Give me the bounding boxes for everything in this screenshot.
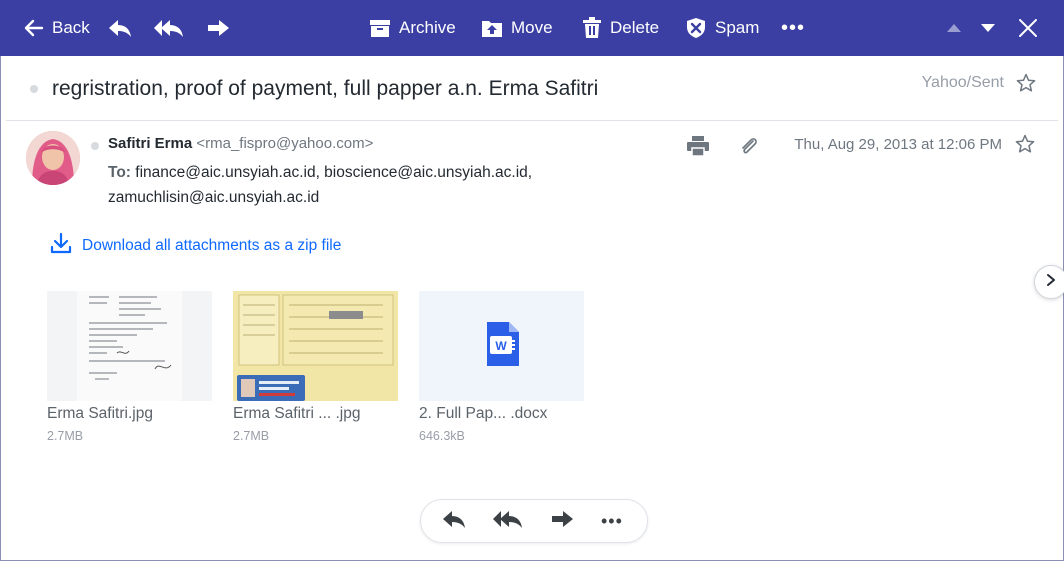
attachment-size: 646.3kB (419, 429, 465, 443)
sender-name[interactable]: Safitri Erma (108, 135, 192, 152)
reply-button[interactable] (108, 0, 132, 56)
sender-status-dot (91, 142, 99, 150)
chevron-down-icon (980, 22, 996, 34)
download-icon (50, 232, 72, 259)
move-label: Move (511, 18, 553, 37)
forward-icon (206, 18, 230, 38)
reply-all-icon (493, 509, 523, 534)
trash-icon (582, 17, 602, 39)
archive-icon (369, 18, 391, 38)
avatar[interactable] (26, 131, 80, 185)
footer-reply-button[interactable] (441, 500, 467, 542)
previous-message-button[interactable] (946, 0, 962, 56)
spam-button[interactable]: Spam (685, 0, 759, 56)
spam-shield-icon (685, 17, 707, 39)
star-icon[interactable] (1016, 73, 1036, 98)
recipients-block: To: finance@aic.unsyiah.ac.id, bioscienc… (108, 160, 668, 210)
download-all-link[interactable]: Download all attachments as a zip file (50, 232, 341, 259)
reply-all-button[interactable] (154, 0, 184, 56)
unread-indicator (30, 85, 38, 93)
delete-label: Delete (610, 18, 660, 37)
sender-line: Safitri Erma <rma_fispro@yahoo.com> (108, 135, 373, 152)
chevron-right-icon (1046, 273, 1056, 292)
more-button[interactable]: ••• (781, 0, 805, 56)
archive-label: Archive (399, 18, 456, 37)
more-icon: ••• (601, 510, 623, 531)
chevron-up-icon (946, 22, 962, 34)
recipients-line-1[interactable]: finance@aic.unsyiah.ac.id, bioscience@ai… (135, 164, 532, 181)
message-subject: regristration, proof of payment, full pa… (52, 77, 599, 100)
more-icon: ••• (781, 16, 806, 39)
attachment-item[interactable]: Erma Safitri.jpg 2.7MB (47, 291, 212, 443)
delete-button[interactable]: Delete (582, 0, 659, 56)
print-icon[interactable] (686, 135, 710, 162)
attachment-name: 2. Full Pap... .docx (419, 405, 548, 422)
back-label: Back (52, 18, 90, 37)
move-button[interactable]: Move (481, 0, 553, 56)
attachment-thumbnail-receipt[interactable] (233, 291, 398, 401)
sender-email[interactable]: <rma_fispro@yahoo.com> (196, 135, 373, 152)
word-doc-icon: W (485, 321, 519, 371)
back-button[interactable]: Back (24, 0, 90, 56)
paperclip-icon[interactable] (739, 135, 759, 162)
message-date: Thu, Aug 29, 2013 at 12:06 PM (794, 136, 1002, 153)
close-icon (1018, 18, 1038, 38)
recipients-line-2[interactable]: zamuchlisin@aic.unsyiah.ac.id (108, 189, 319, 206)
attachment-size: 2.7MB (233, 429, 270, 443)
archive-button[interactable]: Archive (369, 0, 456, 56)
attachment-thumbnail-doc[interactable]: W (419, 291, 584, 401)
next-message-button[interactable] (980, 0, 996, 56)
attachment-name: Erma Safitri.jpg (47, 405, 153, 422)
header-divider (6, 120, 1058, 121)
footer-reply-all-button[interactable] (493, 500, 523, 542)
forward-button[interactable] (206, 0, 230, 56)
close-button[interactable] (1018, 0, 1038, 56)
reply-all-icon (154, 18, 184, 38)
reply-icon (441, 509, 467, 534)
attachment-item[interactable]: Erma Safitri ... .jpg 2.7MB (233, 291, 398, 443)
reply-icon (108, 18, 132, 38)
attachment-thumbnail-scan[interactable] (47, 291, 212, 401)
spam-label: Spam (715, 18, 760, 37)
quick-actions-bar: ••• (420, 499, 648, 543)
download-all-label: Download all attachments as a zip file (82, 236, 342, 254)
forward-icon (549, 509, 575, 534)
attachment-item[interactable]: W 2. Full Pap... .docx 646.3kB (419, 291, 584, 443)
next-arrow-button[interactable] (1034, 265, 1064, 299)
move-icon (481, 18, 503, 38)
svg-text:W: W (495, 339, 507, 353)
toolbar: Back Archive Move Delete Spam ••• (0, 0, 1064, 56)
attachment-size: 2.7MB (47, 429, 84, 443)
folder-label: Yahoo/Sent (921, 74, 1004, 91)
back-arrow-icon (24, 19, 44, 37)
footer-forward-button[interactable] (549, 500, 575, 542)
to-label: To: (108, 164, 131, 181)
attachment-name: Erma Safitri ... .jpg (233, 405, 361, 422)
message-star-icon[interactable] (1015, 134, 1035, 159)
footer-more-button[interactable]: ••• (601, 500, 623, 542)
